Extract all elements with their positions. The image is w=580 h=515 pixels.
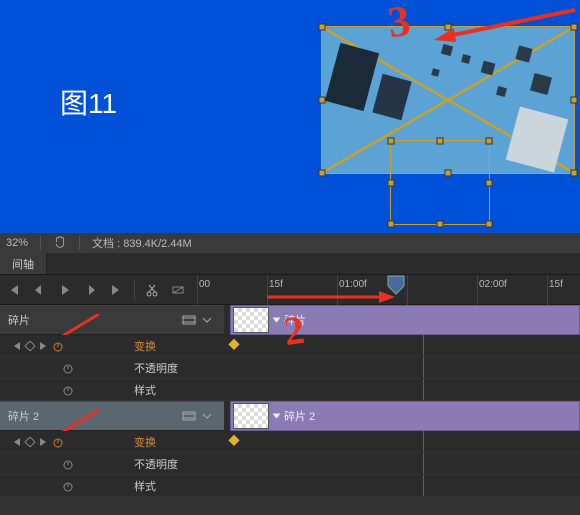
filmstrip-icon[interactable] <box>180 311 198 329</box>
track-area[interactable]: 碎片 2 碎片 2 <box>224 305 580 497</box>
clip-label: 碎片 2 <box>282 408 315 424</box>
free-transform-guide[interactable] <box>390 140 490 225</box>
stopwatch-icon[interactable] <box>62 458 74 470</box>
zoom-level[interactable]: 32% <box>6 237 28 249</box>
prev-frame-button[interactable] <box>26 277 52 303</box>
stopwatch-icon[interactable] <box>52 340 64 352</box>
keyframe-diamond[interactable] <box>228 435 239 446</box>
layer-name[interactable]: 碎片 <box>8 312 180 328</box>
prop-label: 不透明度 <box>134 360 178 376</box>
prop-label: 样式 <box>134 382 156 398</box>
prop-label: 不透明度 <box>134 456 178 472</box>
play-button[interactable] <box>52 277 78 303</box>
tab-timeline[interactable]: 间轴 <box>0 253 47 274</box>
keyframe-nav-icon[interactable] <box>24 436 35 447</box>
layer-panel: 碎片 变换 不透明度 样式 碎片 2 变换 不透明度 <box>0 305 224 497</box>
goto-last-frame-button[interactable] <box>104 277 130 303</box>
timeline-toolbar: 00 15f 01:00f 02:00f 15f <box>0 275 580 305</box>
prop-label: 样式 <box>134 478 156 494</box>
prop-row-transform[interactable]: 变换 <box>0 335 224 357</box>
transition-button[interactable] <box>165 277 191 303</box>
layer-header-1[interactable]: 碎片 <box>0 305 224 335</box>
stopwatch-icon[interactable] <box>62 362 74 374</box>
prop-row-opacity[interactable]: 不透明度 <box>0 357 224 379</box>
doc-info: 文档 : 839.4K/2.44M <box>92 235 192 251</box>
disclosure-icon[interactable] <box>273 414 281 419</box>
prop-row-transform[interactable]: 变换 <box>0 431 224 453</box>
disclosure-icon[interactable] <box>273 318 281 323</box>
layer-name[interactable]: 碎片 2 <box>8 408 180 424</box>
panel-tab-bar: 间轴 <box>0 253 580 275</box>
clip-thumbnail <box>233 403 269 429</box>
goto-first-frame-button[interactable] <box>0 277 26 303</box>
stopwatch-icon[interactable] <box>52 436 64 448</box>
prop-row-opacity[interactable]: 不透明度 <box>0 453 224 475</box>
keyframe-nav-icon[interactable] <box>24 340 35 351</box>
prop-row-style[interactable]: 样式 <box>0 475 224 497</box>
prop-row-style[interactable]: 样式 <box>0 379 224 401</box>
playhead[interactable] <box>387 275 405 300</box>
stopwatch-icon[interactable] <box>62 384 74 396</box>
status-bar: 32% 文档 : 839.4K/2.44M <box>0 233 580 253</box>
canvas-preview[interactable]: 图11 3 <box>0 0 580 233</box>
chevron-down-icon[interactable] <box>198 311 216 329</box>
clip-thumbnail <box>233 307 269 333</box>
prop-label: 变换 <box>134 434 156 450</box>
chevron-down-icon[interactable] <box>198 407 216 425</box>
next-frame-button[interactable] <box>78 277 104 303</box>
split-clip-button[interactable] <box>139 277 165 303</box>
layer-header-2[interactable]: 碎片 2 <box>0 401 224 431</box>
annotation-arrow-playhead <box>267 289 397 305</box>
filmstrip-icon[interactable] <box>180 407 198 425</box>
canvas-text-label: 图11 <box>60 82 117 122</box>
stopwatch-icon[interactable] <box>62 480 74 492</box>
timeline-body: 碎片 变换 不透明度 样式 碎片 2 变换 不透明度 <box>0 305 580 497</box>
hand-tool-icon[interactable] <box>53 235 67 252</box>
prop-label: 变换 <box>134 338 156 354</box>
clip-2[interactable]: 碎片 2 <box>230 401 580 431</box>
keyframe-diamond[interactable] <box>228 339 239 350</box>
time-ruler[interactable]: 00 15f 01:00f 02:00f 15f <box>197 275 580 305</box>
